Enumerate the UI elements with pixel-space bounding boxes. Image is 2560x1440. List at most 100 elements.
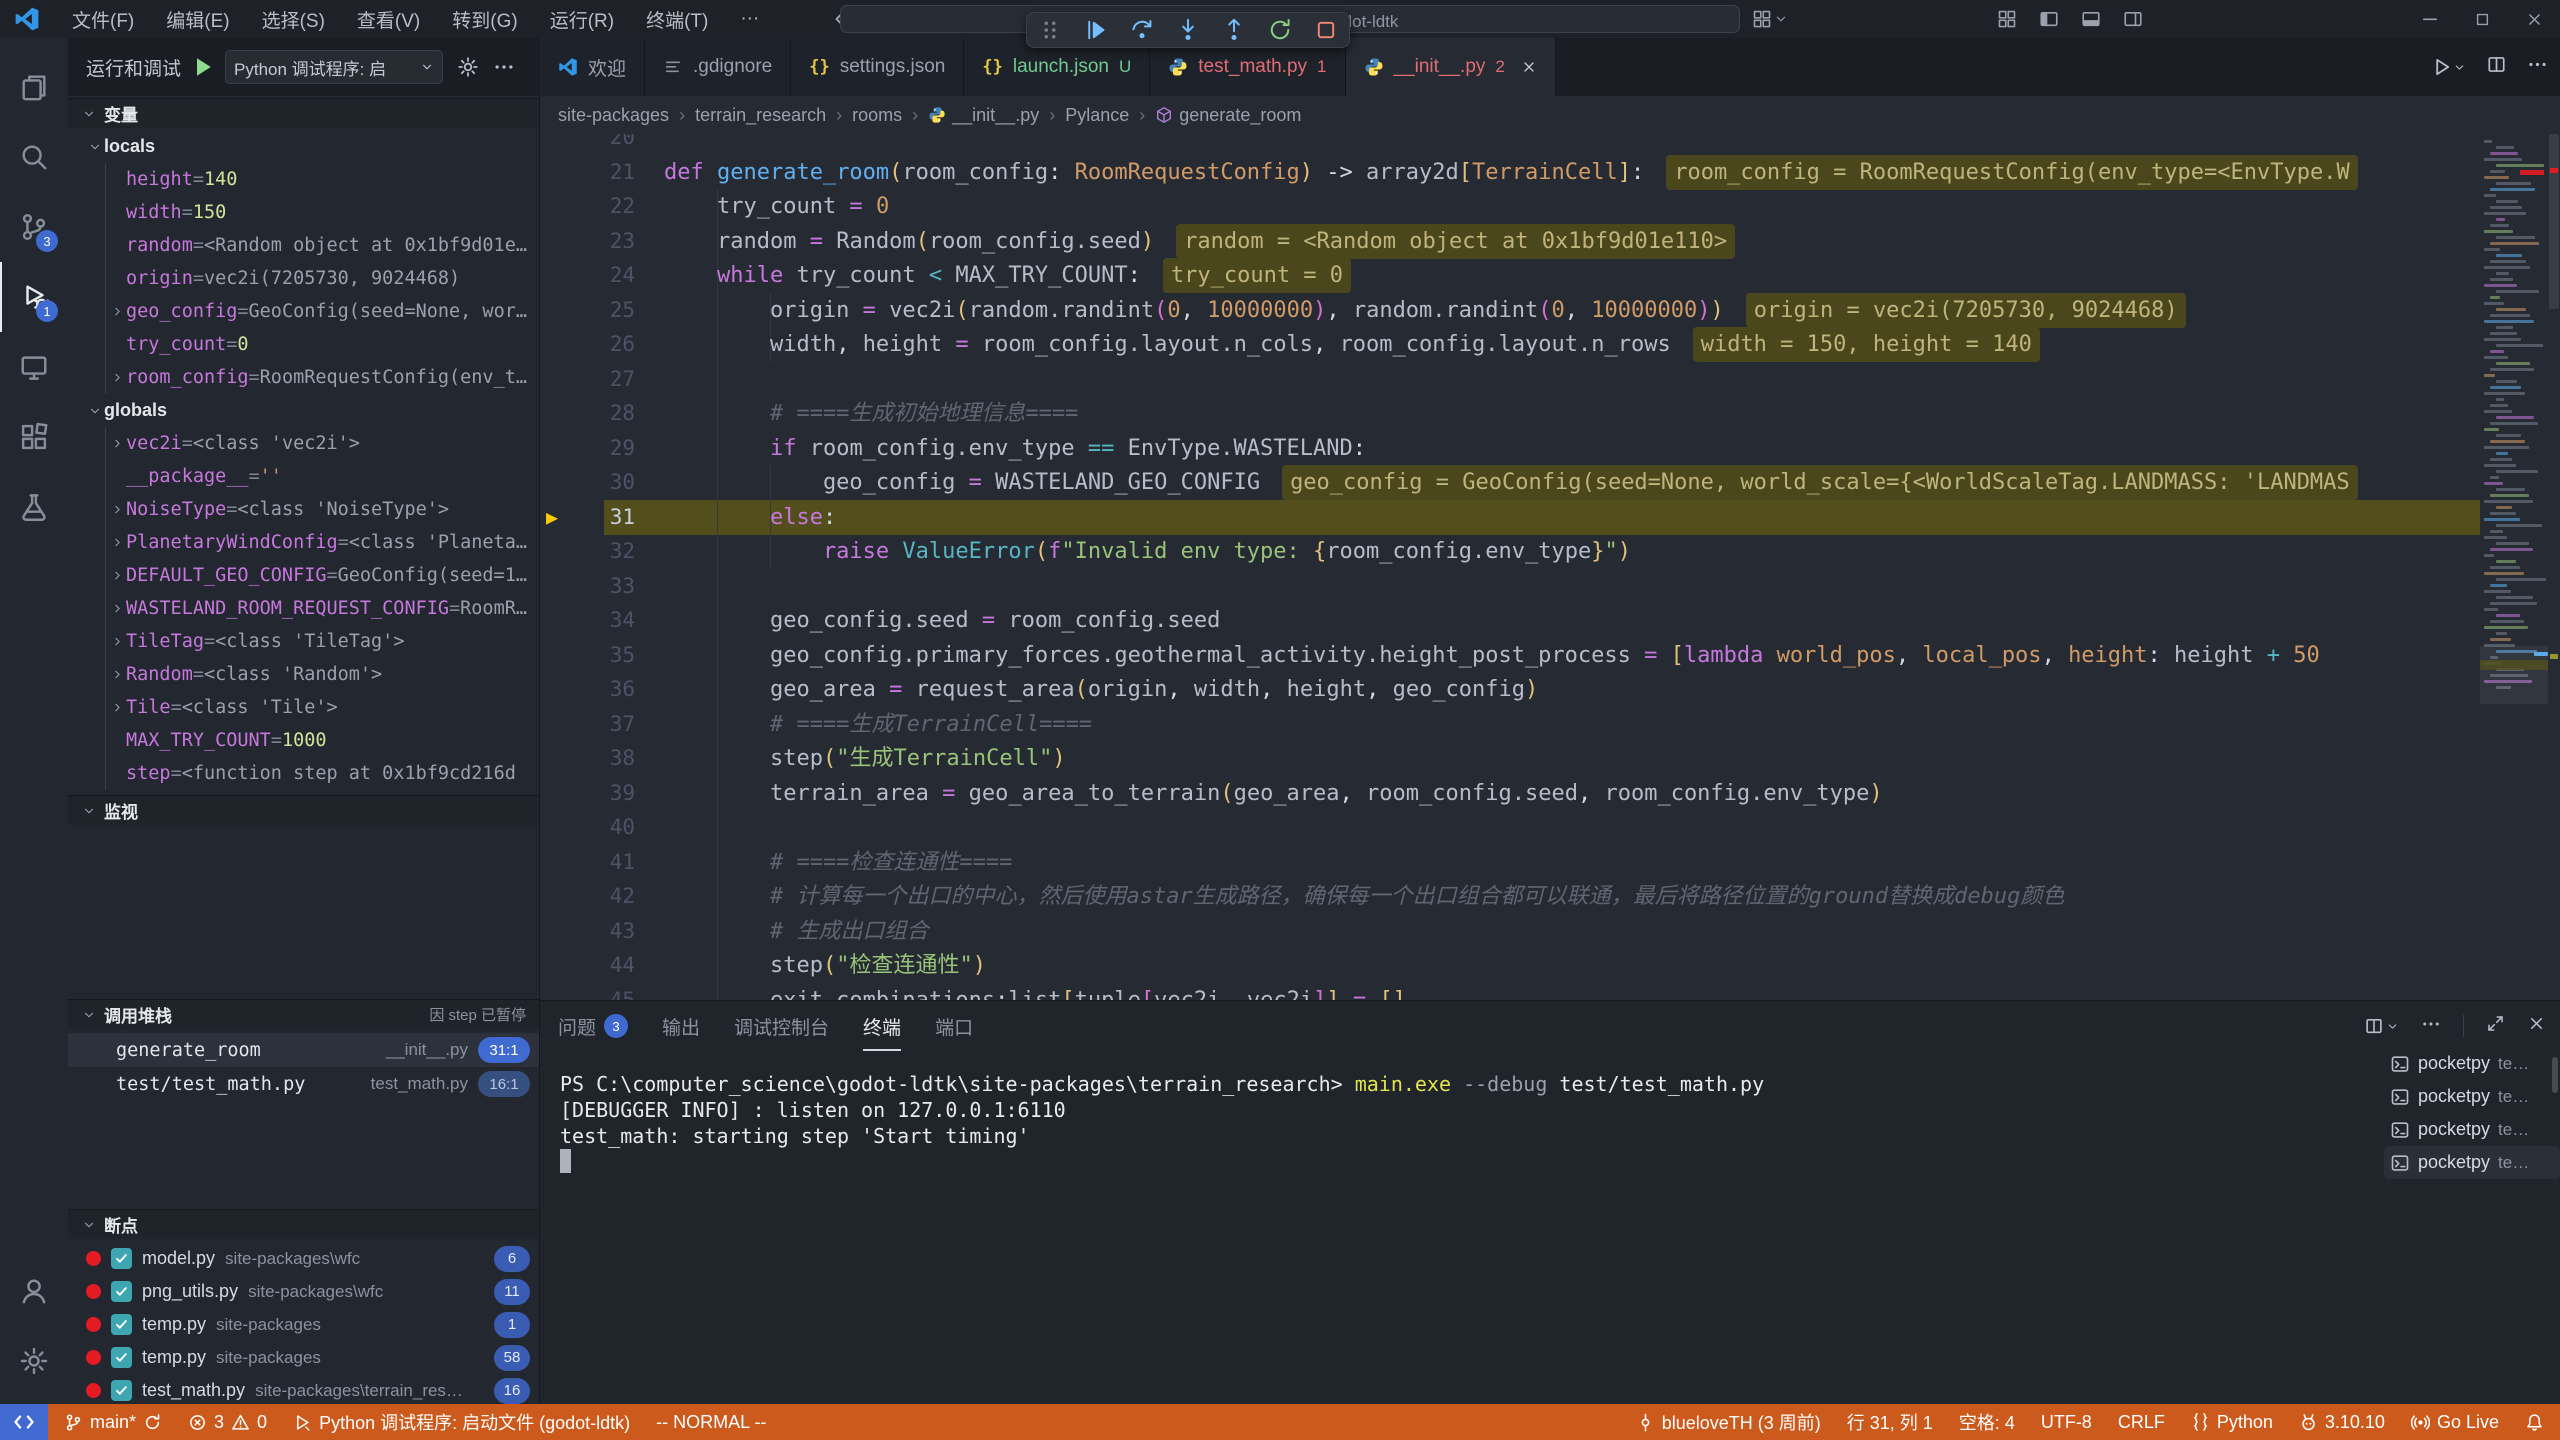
code-line-22[interactable]: 22 try_count = 0	[540, 189, 2560, 224]
code-line-23[interactable]: 23 random = Random(room_config.seed)rand…	[540, 224, 2560, 259]
code-line-28[interactable]: 28 # ====生成初始地理信息====	[540, 396, 2560, 431]
breakpoint-checkbox[interactable]	[111, 1248, 132, 1269]
code-line-39[interactable]: 39 terrain_area = geo_area_to_terrain(ge…	[540, 776, 2560, 811]
activity-accounts[interactable]	[0, 1256, 68, 1326]
panel-tab-调试控制台[interactable]: 调试控制台	[734, 1001, 829, 1051]
variable-Random[interactable]: Random = <class 'Random'>	[68, 658, 540, 691]
status-cursor-position[interactable]: 行 31, 列 1	[1847, 1409, 1933, 1435]
code-line-36[interactable]: 36 geo_area = request_area(origin, width…	[540, 672, 2560, 707]
variable-WASTELAND_ROOM_REQUEST_CONFIG[interactable]: WASTELAND_ROOM_REQUEST_CONFIG = RoomR…	[68, 592, 540, 625]
terminal-list-item[interactable]: pocketpyte…	[2384, 1047, 2560, 1080]
breakpoint-checkbox[interactable]	[111, 1281, 132, 1302]
scope-globals[interactable]: globals	[68, 394, 540, 427]
code-line-34[interactable]: 34 geo_config.seed = room_config.seed	[540, 603, 2560, 638]
panel-tab-问题[interactable]: 问题3	[558, 1001, 628, 1051]
scrollbar-thumb[interactable]	[2549, 134, 2559, 309]
drag-grip-button[interactable]	[1037, 17, 1063, 43]
minimap[interactable]	[2480, 134, 2548, 1000]
breadcrumb-item[interactable]: terrain_research	[695, 105, 826, 126]
menu-2[interactable]: 选择(S)	[248, 2, 339, 37]
code-line-27[interactable]: 27	[540, 362, 2560, 397]
variable-NoiseType[interactable]: NoiseType = <class 'NoiseType'>	[68, 493, 540, 526]
code-line-20[interactable]: 20	[540, 134, 2560, 155]
remote-indicator[interactable]	[0, 1404, 48, 1440]
code-line-32[interactable]: 32 raise ValueError(f"Invalid env type: …	[540, 534, 2560, 569]
status-vim-mode[interactable]: -- NORMAL --	[656, 1412, 766, 1433]
terminal-scrollbar[interactable]	[2552, 1057, 2558, 1093]
breakpoint-checkbox[interactable]	[111, 1314, 132, 1335]
section-variables[interactable]: 变量	[68, 98, 540, 128]
activity-testing[interactable]	[0, 472, 68, 542]
breadcrumb-item[interactable]: __init__.py	[928, 105, 1039, 126]
menu-6[interactable]: 终端(T)	[632, 2, 722, 37]
menu-4[interactable]: 转到(G)	[438, 2, 531, 37]
terminal-list-item[interactable]: pocketpyte…	[2384, 1080, 2560, 1113]
section-callstack[interactable]: 调用堆栈因 step 已暂停	[68, 999, 540, 1029]
variable-PlanetaryWindConfig[interactable]: PlanetaryWindConfig = <class 'Planeta…	[68, 526, 540, 559]
restart-button[interactable]	[1267, 17, 1293, 43]
panel-tab-终端[interactable]: 终端	[863, 1001, 901, 1051]
variable-Tile[interactable]: Tile = <class 'Tile'>	[68, 691, 540, 724]
maximize-panel-button[interactable]	[2486, 1014, 2505, 1038]
variable-width[interactable]: width = 150	[68, 196, 540, 229]
variable-origin[interactable]: origin = vec2i(7205730, 9024468)	[68, 262, 540, 295]
activity-search[interactable]	[0, 122, 68, 192]
split-terminal-button[interactable]	[2364, 1016, 2399, 1036]
variable-vec2i[interactable]: vec2i = <class 'vec2i'>	[68, 427, 540, 460]
variable-step[interactable]: step = <function step at 0x1bf9cd216d	[68, 757, 540, 790]
layout-grid-button[interactable]	[1986, 0, 2028, 38]
tab-欢迎[interactable]: 欢迎	[540, 38, 645, 96]
status-eol[interactable]: CRLF	[2118, 1412, 2165, 1433]
panel-more-actions-button[interactable]	[2421, 1014, 2441, 1039]
step-over-button[interactable]	[1129, 17, 1155, 43]
breadcrumb-item[interactable]: Pylance	[1065, 105, 1129, 126]
step-into-button[interactable]	[1175, 17, 1201, 43]
scope-locals[interactable]: locals	[68, 130, 540, 163]
code-line-21[interactable]: 21def generate_room(room_config: RoomReq…	[540, 155, 2560, 190]
status-debug-config[interactable]: Python 调试程序: 启动文件 (godot-ldtk)	[293, 1409, 630, 1435]
code-line-40[interactable]: 40	[540, 810, 2560, 845]
code-editor[interactable]: 2021def generate_room(room_config: RoomR…	[540, 134, 2560, 1000]
more-actions-icon[interactable]	[493, 56, 515, 78]
start-debug-icon[interactable]	[191, 55, 215, 79]
step-out-button[interactable]	[1221, 17, 1247, 43]
code-line-37[interactable]: 37 # ====生成TerrainCell====	[540, 707, 2560, 742]
code-line-38[interactable]: 38 step("生成TerrainCell")	[540, 741, 2560, 776]
code-line-41[interactable]: 41 # ====检查连通性====	[540, 845, 2560, 880]
status-indentation[interactable]: 空格: 4	[1959, 1409, 2015, 1435]
variable-random[interactable]: random = <Random object at 0x1bf9d01e…	[68, 229, 540, 262]
status-git-branch[interactable]: main*	[64, 1412, 162, 1433]
code-line-33[interactable]: 33	[540, 569, 2560, 604]
code-line-42[interactable]: 42 # 计算每一个出口的中心，然后使用astar生成路径，确保每一个出口组合都…	[540, 879, 2560, 914]
variable-DEFAULT_GEO_CONFIG[interactable]: DEFAULT_GEO_CONFIG = GeoConfig(seed=1…	[68, 559, 540, 592]
layout-panel-button[interactable]	[2070, 0, 2112, 38]
status-python-version[interactable]: 3.10.10	[2299, 1412, 2385, 1433]
layout-right-button[interactable]	[2112, 0, 2154, 38]
stop-button[interactable]	[1313, 17, 1339, 43]
editor-more-actions-button[interactable]	[2527, 54, 2548, 80]
status-language-mode[interactable]: Python	[2191, 1412, 2273, 1433]
terminal-list-item[interactable]: pocketpyte…	[2384, 1146, 2560, 1179]
code-line-44[interactable]: 44 step("检查连通性")	[540, 948, 2560, 983]
win-close-button[interactable]	[2508, 0, 2560, 38]
split-editor-button[interactable]	[2486, 54, 2507, 80]
copilot-menu[interactable]	[1752, 0, 1788, 38]
breadcrumb-item[interactable]: site-packages	[558, 105, 669, 126]
breadcrumb-item[interactable]: rooms	[852, 105, 902, 126]
status-git-author[interactable]: blueloveTH (3 周前)	[1636, 1409, 1821, 1435]
breadcrumb-item[interactable]: generate_room	[1155, 105, 1301, 126]
close-panel-button[interactable]	[2527, 1014, 2546, 1038]
status-go-live[interactable]: Go Live	[2411, 1412, 2499, 1433]
menu-5[interactable]: 运行(R)	[536, 2, 628, 37]
code-line-35[interactable]: 35 geo_config.primary_forces.geothermal_…	[540, 638, 2560, 673]
variable-geo_config[interactable]: geo_config = GeoConfig(seed=None, wor…	[68, 295, 540, 328]
activity-explorer[interactable]	[0, 52, 68, 122]
menu-1[interactable]: 编辑(E)	[152, 2, 243, 37]
stack-frame[interactable]: generate_room__init__.py 31:1	[68, 1033, 540, 1067]
debug-config-select[interactable]: Python 调试程序: 启	[225, 50, 443, 84]
variable-height[interactable]: height = 140	[68, 163, 540, 196]
close-icon[interactable]	[1521, 59, 1537, 75]
code-line-45[interactable]: 45 exit_combinations:list[tuple[vec2i, v…	[540, 983, 2560, 1001]
variable-MAX_TRY_COUNT[interactable]: MAX_TRY_COUNT = 1000	[68, 724, 540, 757]
menu-7[interactable]: ···	[726, 4, 773, 34]
